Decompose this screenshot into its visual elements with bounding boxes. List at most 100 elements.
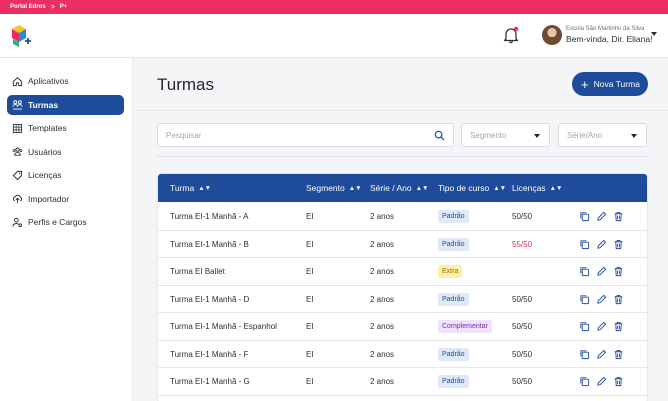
cell-serie: 2 anos	[370, 377, 395, 386]
cell-serie: 2 anos	[370, 239, 395, 249]
cell-licencas: 50/50	[512, 377, 533, 386]
table-row[interactable]: Turma EI-1 Manhã - F EI 2 anos Padrão 50…	[158, 341, 647, 368]
cell-licencas: 50/50	[512, 349, 533, 359]
sidebar-item-label: Importador	[28, 193, 70, 204]
users-icon	[12, 147, 23, 156]
sidebar-item-licencas[interactable]: Licenças	[7, 165, 124, 185]
sidebar-item-perfis-e-cargos[interactable]: Perfis e Cargos	[7, 212, 124, 232]
cloud-upload-icon	[12, 194, 23, 204]
cell-turma: Turma EI-1 Manhã - F	[170, 349, 249, 359]
copy-icon[interactable]	[579, 376, 590, 387]
cell-serie: 2 anos	[370, 294, 395, 304]
cell-segmento: EI	[306, 322, 314, 331]
course-type-badge: Extra	[438, 265, 463, 278]
trash-icon[interactable]	[613, 349, 624, 360]
top-bar: Portal Edros > P+	[0, 0, 668, 14]
search-icon[interactable]	[434, 130, 445, 141]
column-header-turma[interactable]: Turma ▲▼	[170, 174, 211, 202]
table-row[interactable]: Turma EI-1 Manhã - Espanhol EI 2 anos Co…	[158, 313, 647, 341]
trash-icon[interactable]	[613, 294, 624, 305]
sidebar-item-label: Perfis e Cargos	[28, 217, 87, 227]
chevron-down-icon	[631, 134, 637, 138]
edit-icon[interactable]	[596, 349, 607, 360]
trash-icon[interactable]	[613, 211, 624, 222]
column-header-tipo[interactable]: Tipo de curso ▲▼	[438, 174, 506, 202]
table-row[interactable]: Turma EI Ballet EI 2 anos Extra	[158, 258, 647, 286]
sidebar-item-importador[interactable]: Importador	[7, 189, 124, 209]
sort-icon: ▲▼	[198, 184, 212, 192]
copy-icon[interactable]	[579, 266, 590, 277]
course-type-badge: Padrão	[438, 292, 469, 306]
table-row[interactable]: Turma EI-1 Manhã - G EI 2 anos Padrão 50…	[158, 368, 647, 396]
trash-icon[interactable]	[613, 266, 624, 277]
sidebar-item-label: Templates	[28, 123, 67, 133]
edit-icon[interactable]	[596, 321, 607, 332]
trash-icon[interactable]	[613, 376, 624, 387]
sort-icon: ▲▼	[493, 184, 507, 192]
column-header-label: Licenças	[512, 183, 546, 193]
cell-turma: Turma EI-1 Manhã - G	[170, 377, 250, 386]
column-header-label: Tipo de curso	[438, 183, 490, 193]
course-type-badge: Complementar	[438, 320, 492, 333]
sort-icon: ▲▼	[415, 184, 429, 192]
sidebar-item-templates[interactable]: Templates	[7, 118, 124, 138]
divider	[134, 110, 668, 111]
edit-icon[interactable]	[596, 239, 607, 250]
copy-icon[interactable]	[579, 349, 590, 360]
chevron-down-icon[interactable]	[651, 32, 657, 36]
cell-serie: 2 anos	[370, 349, 395, 359]
copy-icon[interactable]	[579, 211, 590, 222]
segment-select[interactable]: Segmento	[461, 123, 550, 147]
table-row[interactable]: Turma EI-1 Manhã - A EI 2 anos Padrão 50…	[158, 203, 647, 231]
users-group-icon	[12, 100, 23, 110]
cell-turma: Turma EI-1 Manhã - D	[170, 294, 250, 304]
cell-segmento: EI	[306, 267, 314, 276]
copy-icon[interactable]	[579, 321, 590, 332]
cell-licencas: 55/50	[512, 239, 533, 249]
sidebar-item-turmas[interactable]: Turmas	[7, 94, 124, 115]
copy-icon[interactable]	[579, 294, 590, 305]
school-name: Escola São Martinho da Silva	[566, 26, 645, 32]
serie-select[interactable]: Série/Ano	[558, 123, 647, 147]
column-header-label: Série / Ano	[370, 183, 412, 193]
table-row[interactable]: Turma EI-1 Manhã - B EI 2 anos Padrão 55…	[158, 231, 647, 258]
column-header-segmento[interactable]: Segmento ▲▼	[306, 174, 362, 202]
sidebar-item-label: Usuários	[28, 146, 62, 157]
edit-icon[interactable]	[596, 266, 607, 277]
avatar[interactable]	[542, 25, 562, 45]
segment-select-value: Segmento	[470, 130, 507, 140]
column-header-licencas[interactable]: Licenças ▲▼	[512, 174, 562, 202]
bell-icon[interactable]	[502, 26, 520, 44]
trash-icon[interactable]	[613, 239, 624, 250]
search-input[interactable]	[158, 124, 418, 146]
table-row[interactable]: Turma EI-1 Manhã - D EI 2 anos Padrão 50…	[158, 286, 647, 313]
new-turma-button[interactable]: + Nova Turma	[572, 72, 648, 96]
edit-icon[interactable]	[596, 376, 607, 387]
sidebar-item-usuarios[interactable]: Usuários	[7, 142, 124, 162]
sidebar-item-label: Turmas	[28, 99, 59, 110]
sidebar-item-label: Aplicativos	[28, 76, 69, 86]
app-logo-icon[interactable]	[10, 23, 32, 49]
cell-turma: Turma EI-1 Manhã - B	[170, 239, 249, 249]
trash-icon[interactable]	[613, 321, 624, 332]
sidebar-item-aplicativos[interactable]: Aplicativos	[7, 71, 124, 91]
cell-turma: Turma EI-1 Manhã - A	[170, 212, 249, 221]
home-icon	[12, 76, 23, 86]
edit-icon[interactable]	[596, 211, 607, 222]
user-settings-icon	[12, 217, 23, 227]
cell-serie: 2 anos	[370, 322, 395, 331]
portal-link[interactable]: Portal Edros	[10, 4, 46, 10]
cell-licencas: 50/50	[512, 212, 533, 221]
user-info[interactable]: Escola São Martinho da Silva Bem-vinda, …	[566, 26, 652, 44]
column-header-serie[interactable]: Série / Ano ▲▼	[370, 174, 428, 202]
section-link[interactable]: P+	[60, 4, 68, 10]
edit-icon[interactable]	[596, 294, 607, 305]
turmas-table: Turma ▲▼ Segmento ▲▼ Série / Ano ▲▼ Tipo de…	[157, 173, 648, 401]
sort-icon: ▲▼	[348, 184, 362, 192]
table-header: Turma ▲▼ Segmento ▲▼ Série / Ano ▲▼ Tipo de…	[158, 174, 647, 202]
cell-turma: Turma EI Ballet	[170, 267, 225, 276]
chevron-down-icon	[534, 134, 540, 138]
copy-icon[interactable]	[579, 239, 590, 250]
cell-segmento: EI	[306, 294, 314, 304]
cell-segmento: EI	[306, 377, 314, 386]
